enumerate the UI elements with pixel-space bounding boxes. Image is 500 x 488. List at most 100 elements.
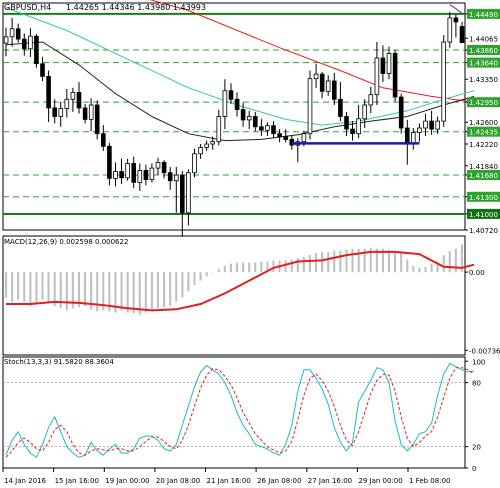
candle-body (222, 90, 228, 117)
symbol-label: GBPUSD,H4 (4, 3, 51, 12)
candle-body (453, 17, 459, 23)
price-tick-label: 1.42950 (469, 99, 498, 107)
candle-body (392, 53, 398, 98)
candle-body (28, 35, 33, 50)
chart-canvas: 1.44490 1.44065 1.43860 1.43640 1.43350 1.429… (0, 0, 500, 488)
macd-histogram-bar (290, 259, 293, 273)
stoch-tick-label: 20 (472, 444, 481, 452)
macd-histogram-bar (29, 272, 32, 307)
macd-histogram-bar (47, 272, 50, 302)
macd-histogram-bar (357, 248, 360, 273)
macd-histogram-bar (17, 272, 20, 300)
macd-histogram-bar (187, 272, 190, 292)
macd-histogram-bar (442, 255, 445, 273)
candle-body (240, 109, 246, 121)
candle-body (40, 63, 45, 77)
candle-body (101, 133, 106, 147)
candle-body (429, 120, 434, 130)
macd-histogram-bar (394, 250, 397, 273)
time-tick-label: 1 Feb 08:00 (409, 477, 450, 485)
macd-histogram-bar (11, 272, 14, 302)
candle-body (265, 125, 270, 131)
macd-title: MACD(12,26,9) 0.002598 0.000622 (4, 238, 128, 246)
candle-body (82, 107, 88, 120)
macd-histogram-bar (175, 272, 178, 302)
candle-body (301, 133, 307, 143)
price-tick-label: 1.44490 (469, 11, 498, 19)
candle-body (319, 73, 325, 92)
candle-body (380, 57, 386, 74)
time-tick-label: 14 Jan 2016 (4, 477, 47, 485)
candle-body (259, 126, 264, 131)
macd-histogram-bar (430, 263, 433, 273)
macd-histogram-bar (126, 272, 129, 313)
candle-body (404, 127, 410, 145)
candle-body (441, 41, 446, 122)
macd-histogram-bar (156, 272, 159, 309)
candle-body (307, 78, 313, 135)
candle-body (252, 116, 258, 128)
macd-tick-label: -0.00736 (469, 347, 500, 355)
stoch-tick-label: 0 (472, 465, 476, 473)
macd-histogram-bar (333, 250, 336, 273)
candle-body (368, 94, 374, 106)
macd-histogram-bar (308, 255, 311, 273)
macd-histogram-bar (169, 272, 172, 307)
macd-histogram-bar (84, 272, 87, 307)
candle-body (374, 57, 380, 96)
macd-histogram-bar (454, 248, 457, 273)
candle-body (246, 116, 252, 121)
macd-histogram-bar (339, 250, 342, 273)
macd-histogram-bar (296, 258, 299, 273)
macd-histogram-bar (193, 272, 196, 285)
time-tick-label: 29 Jan 00:00 (358, 477, 402, 485)
macd-histogram-bar (223, 265, 226, 273)
macd-histogram-bar (448, 250, 451, 273)
macd-histogram-bar (400, 253, 403, 273)
macd-histogram-bar (229, 263, 232, 273)
macd-histogram-bar (351, 248, 354, 273)
candle-body (76, 92, 82, 109)
candle-body (46, 76, 51, 109)
macd-histogram-bar (120, 272, 123, 311)
macd-histogram-bar (205, 272, 208, 277)
price-tick-label: 1.43860 (469, 47, 498, 55)
macd-histogram-bar (412, 265, 415, 273)
time-tick-label: 19 Jan 00:00 (105, 477, 149, 485)
price-tick-label: 1.42220 (469, 141, 498, 149)
price-tick-label: 1.43640 (469, 60, 498, 68)
candle-body (350, 128, 355, 135)
price-tick-label: 1.41300 (469, 194, 498, 202)
price-tick-label: 1.41840 (469, 163, 498, 171)
macd-histogram-bar (315, 253, 318, 273)
macd-histogram-bar (327, 251, 330, 273)
candle-body (173, 174, 179, 182)
macd-histogram-bar (23, 272, 26, 302)
candle-body (94, 104, 100, 135)
time-tick-label: 20 Jan 08:00 (156, 477, 200, 485)
candle-body (362, 104, 367, 120)
candle-body (70, 92, 76, 100)
macd-histogram-bar (406, 259, 409, 273)
candle-body (356, 118, 361, 135)
candle-body (58, 108, 64, 117)
macd-histogram-bar (35, 272, 38, 304)
macd-histogram-bar (321, 251, 324, 273)
time-tick-label: 27 Jan 16:00 (308, 477, 352, 485)
candle-body (210, 141, 216, 145)
candle-body (107, 145, 112, 179)
candle-body (198, 147, 203, 155)
candle-body (216, 116, 222, 143)
candle-body (228, 90, 234, 100)
price-tick-label: 1.43350 (469, 76, 498, 84)
candle-body (131, 163, 137, 183)
stoch-title: Stoch(13,3,3) 91.5820 88.3604 (4, 358, 114, 366)
candle-body (113, 171, 118, 179)
candle-body (119, 171, 124, 179)
macd-histogram-bar (260, 261, 263, 273)
candle-body (149, 167, 155, 181)
candle-body (386, 53, 392, 74)
candle-body (34, 35, 39, 65)
time-tick-label: 21 Jan 16:00 (207, 477, 251, 485)
candle-body (423, 120, 428, 129)
